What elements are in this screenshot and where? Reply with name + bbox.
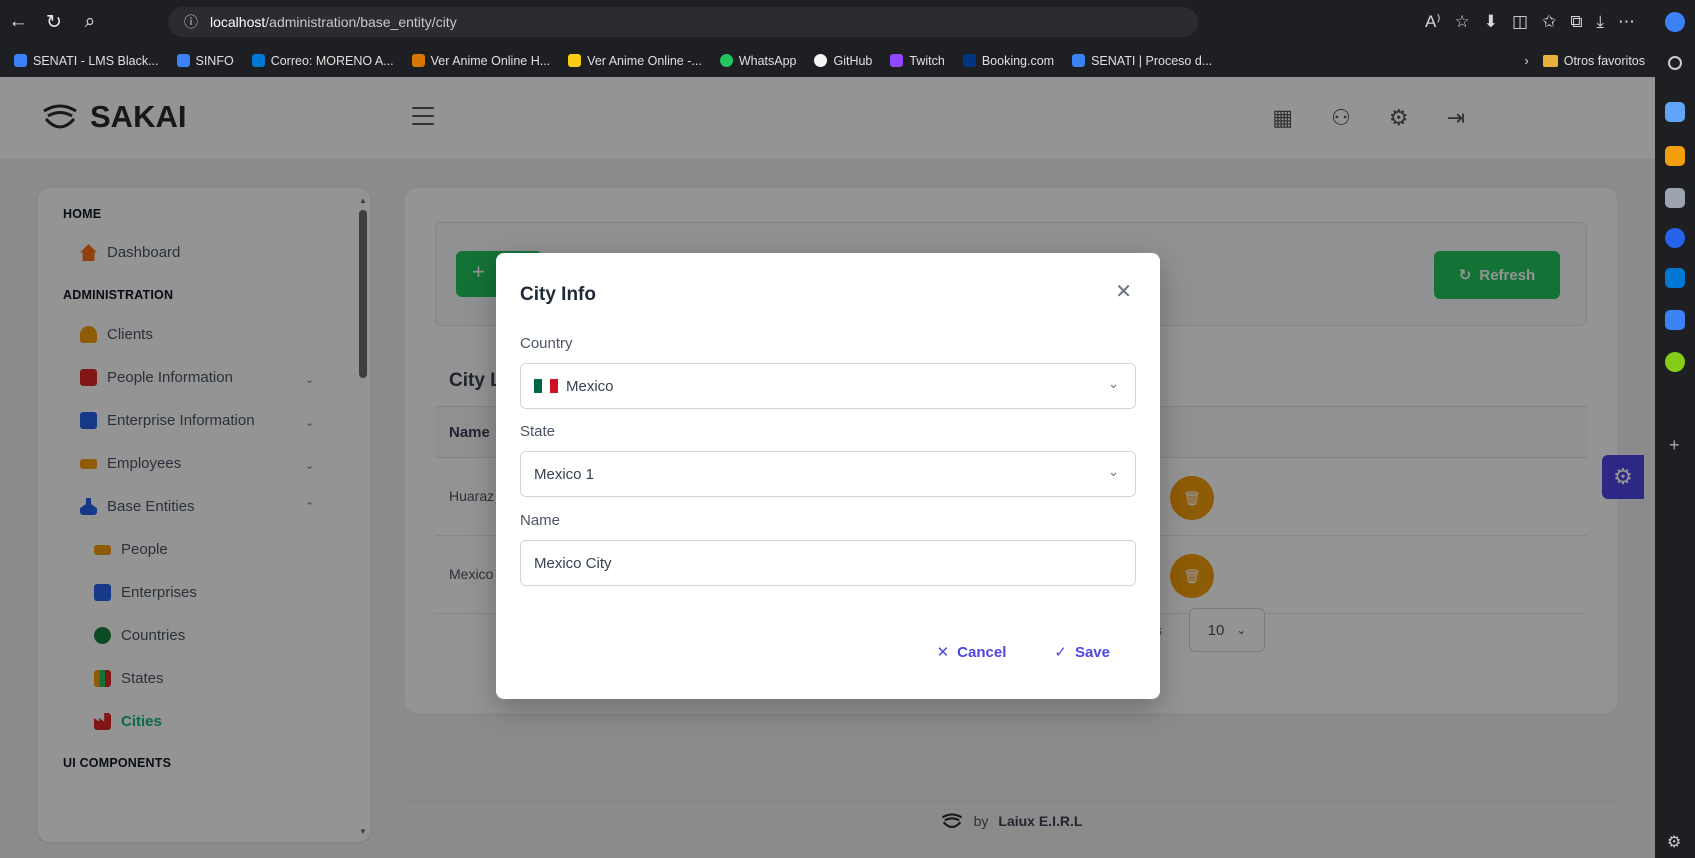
chevron-down-icon: ⌄ — [1108, 464, 1119, 479]
games-icon[interactable] — [1665, 188, 1685, 208]
back-icon[interactable]: ← — [0, 11, 36, 33]
more-icon[interactable]: ⋯ — [1618, 12, 1635, 32]
briefcase-icon[interactable] — [1665, 146, 1685, 166]
info-icon[interactable]: ⓘ — [184, 12, 198, 32]
search-icon[interactable] — [1668, 56, 1682, 70]
bookmark[interactable]: Ver Anime Online H... — [411, 54, 550, 68]
bookmark[interactable]: WhatsApp — [719, 54, 796, 68]
bookmarks-bar: SENATI - LMS Black... SINFO Correo: MORE… — [0, 44, 1660, 77]
country-label: Country — [520, 335, 573, 352]
collections-icon[interactable]: ⧉ — [1570, 12, 1582, 32]
dialog-actions: ✕ Cancel ✓ Save — [936, 643, 1110, 662]
chevron-down-icon: ⌄ — [1108, 376, 1119, 391]
add-icon[interactable]: + — [1669, 435, 1680, 456]
mexico-flag-icon — [534, 379, 558, 393]
url-host: localhost — [210, 14, 266, 30]
url-path: /administration/base_entity/city — [265, 14, 457, 30]
close-icon: ✕ — [936, 644, 950, 661]
extension-icon[interactable]: ⬇ — [1484, 12, 1498, 32]
other-favorites-folder[interactable]: Otros favoritos — [1542, 54, 1645, 68]
address-bar[interactable]: ⓘ localhost/administration/base_entity/c… — [168, 7, 1198, 37]
bookmark[interactable]: Ver Anime Online -... — [568, 54, 702, 68]
chevron-right-icon[interactable]: › — [1525, 54, 1529, 68]
copilot-icon[interactable] — [1665, 12, 1685, 32]
send-icon[interactable] — [1665, 310, 1685, 330]
downloads-icon[interactable]: ⤓ — [1596, 12, 1604, 32]
cancel-button[interactable]: ✕ Cancel — [936, 643, 1007, 662]
bookmark[interactable]: Booking.com — [962, 54, 1054, 68]
state-label: State — [520, 423, 556, 440]
copilot-app-icon[interactable] — [1665, 228, 1685, 248]
bookmark[interactable]: Twitch — [890, 54, 945, 68]
bookmark[interactable]: SINFO — [176, 54, 234, 68]
bookmarks-overflow: › Otros favoritos — [1525, 44, 1645, 77]
check-icon: ✓ — [1054, 644, 1067, 661]
dialog-title: City Info — [520, 284, 596, 305]
search-icon[interactable]: ⌕ — [72, 11, 108, 33]
reload-icon[interactable]: ↻ — [36, 11, 72, 34]
close-icon[interactable]: ✕ — [1115, 279, 1132, 304]
split-screen-icon[interactable]: ◫ — [1512, 12, 1528, 32]
edge-sidebar: + ⚙ — [1655, 0, 1695, 858]
save-button[interactable]: ✓ Save — [1054, 643, 1110, 662]
settings-icon[interactable]: ⚙ — [1667, 832, 1681, 852]
tree-icon[interactable] — [1665, 352, 1685, 372]
bookmark[interactable]: Correo: MORENO A... — [251, 54, 394, 68]
city-info-dialog: City Info ✕ Country Mexico ⌄ State Mexic… — [496, 253, 1160, 699]
outlook-icon[interactable] — [1665, 268, 1685, 288]
name-input[interactable]: Mexico City — [520, 540, 1136, 586]
bookmark[interactable]: SENATI | Proceso d... — [1072, 54, 1212, 68]
name-label: Name — [520, 512, 561, 529]
favorite-star-icon[interactable]: ☆ — [1455, 12, 1470, 32]
tag-icon[interactable] — [1665, 102, 1685, 122]
country-dropdown[interactable]: Mexico ⌄ — [520, 363, 1136, 409]
favorites-icon[interactable]: ✩ — [1542, 12, 1556, 32]
browser-toolbar-icons: A⁾ ☆ ⬇ ◫ ✩ ⧉ ⤓ ⋯ — [1425, 0, 1635, 44]
bookmark[interactable]: SENATI - LMS Black... — [14, 54, 159, 68]
folder-icon — [1542, 54, 1558, 67]
bookmark[interactable]: GitHub — [814, 54, 872, 68]
state-dropdown[interactable]: Mexico 1 ⌄ — [520, 451, 1136, 497]
read-aloud-icon[interactable]: A⁾ — [1425, 12, 1441, 32]
